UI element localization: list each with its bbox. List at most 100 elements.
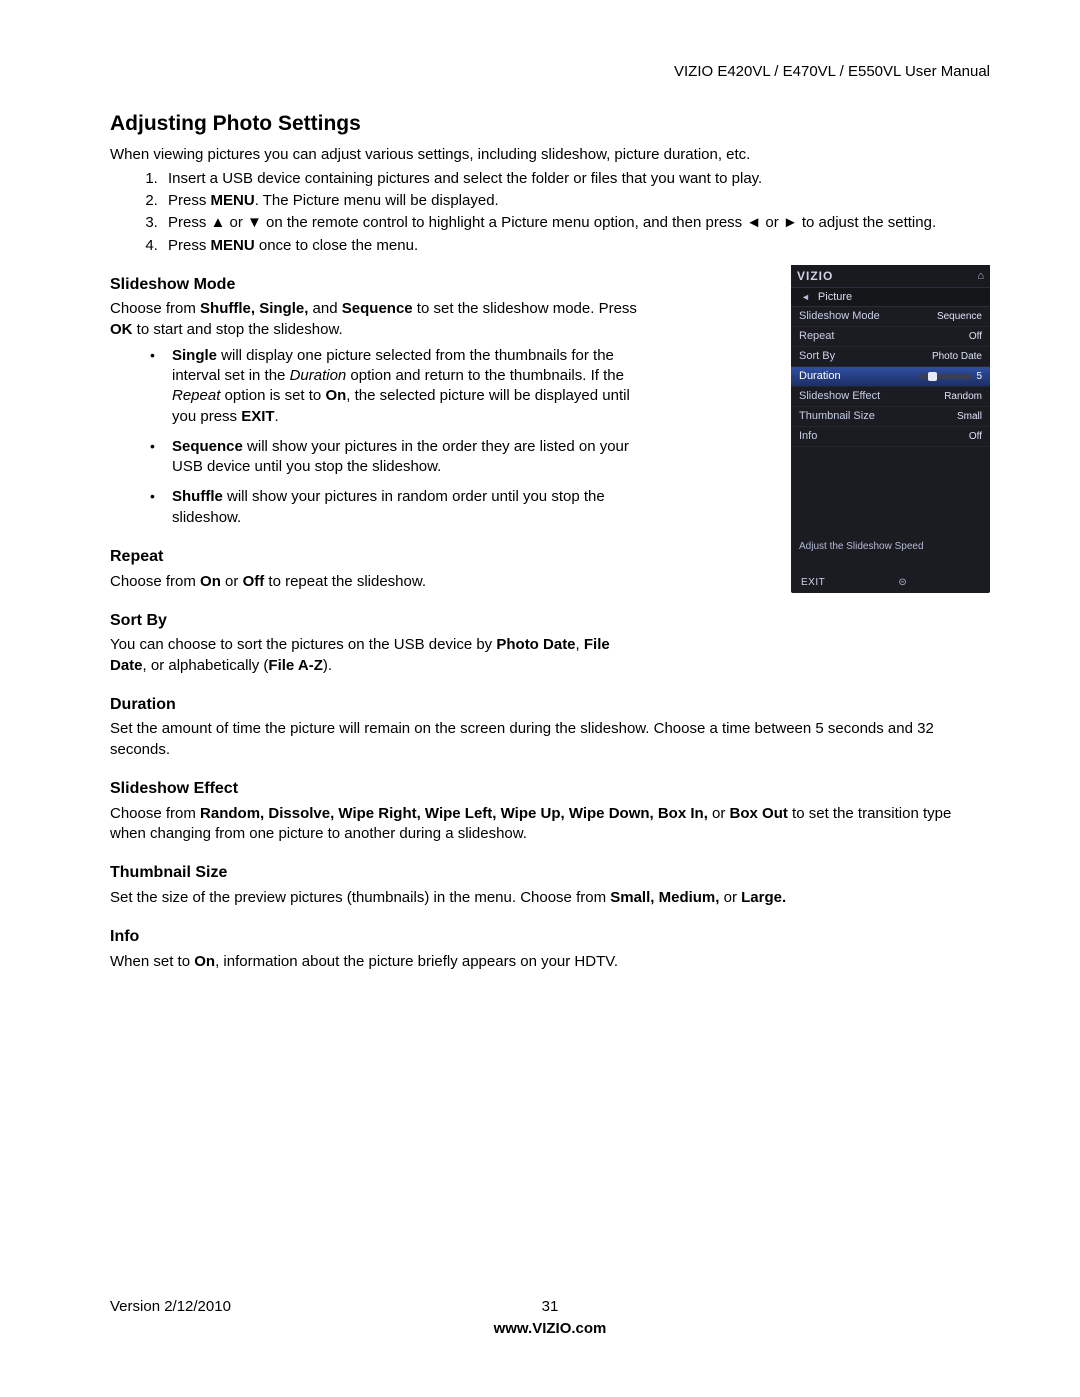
bold: Single [172,347,217,364]
osd-breadcrumb: ◄ Picture [791,287,990,307]
down-circle-icon: ⊝ [898,576,906,590]
osd-value: Photo Date [932,350,982,364]
section-heading-thumbnail: Thumbnail Size [110,862,990,884]
text: Choose from [110,573,200,590]
osd-value: Off [969,330,982,344]
bold: Sequence [172,438,243,455]
text: option is set to [220,387,325,404]
footer-site: www.VIZIO.com [110,1319,990,1339]
bold: On [200,573,221,590]
text: to set the slideshow mode. Press [413,300,637,317]
step-item: Press MENU once to close the menu. [162,236,990,256]
text: or [708,805,730,822]
text: ). [323,657,332,674]
bold: MENU [211,237,255,254]
text: Choose from [110,300,200,317]
paragraph: Set the amount of time the picture will … [110,719,990,760]
text: Press [168,192,211,209]
bold: EXIT [241,408,274,425]
osd-row-slideshow-effect: Slideshow Effect Random [791,387,990,407]
osd-value: Random [944,390,982,404]
bold: Sequence [342,300,413,317]
osd-row-thumbnail-size: Thumbnail Size Small [791,407,990,427]
osd-value: Off [969,430,982,444]
osd-label: Sort By [799,349,835,364]
text: , information about the picture briefly … [215,953,618,970]
text: , [576,636,584,653]
osd-bottom-bar: EXIT ⊝ [791,576,990,590]
doc-header: VIZIO E420VL / E470VL / E550VL User Manu… [110,62,990,82]
page-footer: Version 2/12/2010 31 www.VIZIO.com [110,1297,990,1340]
bold: On [325,387,346,404]
section-heading-effect: Slideshow Effect [110,778,990,800]
text: Set the size of the preview pictures (th… [110,889,610,906]
text: and [308,300,341,317]
section-heading-info: Info [110,926,990,948]
osd-label: Thumbnail Size [799,409,875,424]
text: Press [168,237,211,254]
osd-value: Sequence [937,310,982,324]
bold: Shuffle, Single, [200,300,308,317]
osd-label: Info [799,429,817,444]
text: You can choose to sort the pictures on t… [110,636,496,653]
bold: Random, Dissolve, Wipe Right, Wipe Left,… [200,805,708,822]
bold: Small, Medium, [610,889,719,906]
osd-label: Slideshow Effect [799,389,880,404]
osd-hint-text: Adjust the Slideshow Speed [799,540,924,554]
page-number: 31 [542,1297,559,1317]
paragraph: Choose from Shuffle, Single, and Sequenc… [110,299,640,340]
italic: Repeat [172,387,220,404]
paragraph: When set to On, information about the pi… [110,952,990,972]
osd-slider: 5 [920,370,982,384]
bold: OK [110,321,133,338]
bold: Large. [741,889,786,906]
bullet-list: Single will display one picture selected… [150,346,640,528]
paragraph: Choose from Random, Dissolve, Wipe Right… [110,804,990,845]
paragraph: You can choose to sort the pictures on t… [110,635,640,676]
italic: Duration [290,367,347,384]
text: . The Picture menu will be displayed. [255,192,499,209]
osd-titlebar: VIZIO ⌂ [791,265,990,287]
step-item: Press ▲ or ▼ on the remote control to hi… [162,213,990,233]
slider-track [920,374,972,379]
bold: On [194,953,215,970]
text: will show your pictures in random order … [172,488,605,525]
osd-row-slideshow-mode: Slideshow Mode Sequence [791,307,990,327]
text: . [275,408,279,425]
section-heading-slideshow: Slideshow Mode [110,274,640,296]
text: When set to [110,953,194,970]
osd-row-duration: Duration 5 [791,367,990,387]
intro-text: When viewing pictures you can adjust var… [110,145,990,165]
bold: Off [243,573,265,590]
version-text: Version 2/12/2010 [110,1297,231,1317]
bullet-item: Single will display one picture selected… [150,346,640,427]
bullet-item: Shuffle will show your pictures in rando… [150,487,640,528]
bullet-item: Sequence will show your pictures in the … [150,437,640,478]
steps-list: Insert a USB device containing pictures … [162,169,990,256]
osd-label: Duration [799,369,841,384]
text: , or alphabetically ( [143,657,269,674]
osd-menu-list: Slideshow Mode Sequence Repeat Off Sort … [791,307,990,447]
osd-label: Repeat [799,329,834,344]
paragraph: Set the size of the preview pictures (th… [110,888,990,908]
osd-value: 5 [976,370,982,384]
osd-row-repeat: Repeat Off [791,327,990,347]
text: to repeat the slideshow. [264,573,426,590]
osd-panel: VIZIO ⌂ ◄ Picture Slideshow Mode Sequenc… [791,265,990,593]
osd-row-info: Info Off [791,427,990,447]
osd-label: Slideshow Mode [799,309,880,324]
bold: File A-Z [268,657,322,674]
home-icon: ⌂ [977,269,984,284]
left-arrow-icon: ◄ [801,291,810,303]
step-item: Insert a USB device containing pictures … [162,169,990,189]
paragraph: Choose from On or Off to repeat the slid… [110,572,640,592]
osd-row-sort-by: Sort By Photo Date [791,347,990,367]
text: or [221,573,243,590]
osd-section-label: Picture [818,290,852,305]
slider-thumb-icon [928,372,937,381]
section-heading-sortby: Sort By [110,610,640,632]
vizio-logo: VIZIO [797,268,833,284]
osd-exit-label: EXIT [801,576,825,590]
step-item: Press MENU. The Picture menu will be dis… [162,191,990,211]
text: Choose from [110,805,200,822]
